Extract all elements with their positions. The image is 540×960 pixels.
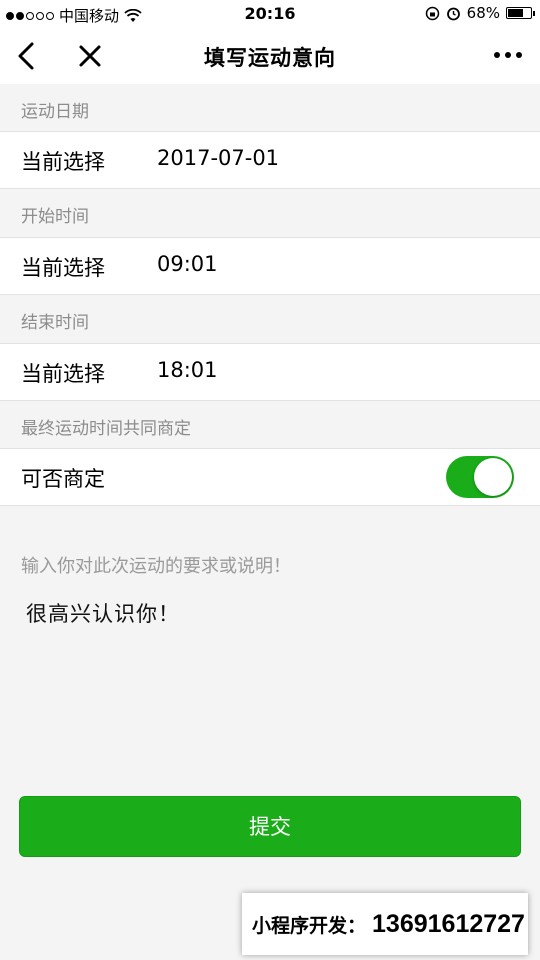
nav-bar: 填写运动意向 bbox=[0, 28, 540, 84]
end-time-picker-value: 18:01 bbox=[157, 358, 218, 382]
start-time-picker-label: 当前选择 bbox=[21, 256, 105, 280]
section-header-date: 运动日期 bbox=[21, 102, 89, 122]
watermark-number: 13691612727 bbox=[372, 910, 525, 938]
rotation-lock-icon bbox=[425, 6, 439, 20]
status-bar: 中国移动 20:16 68% bbox=[0, 0, 540, 28]
section-header-negotiable: 最终运动时间共同商定 bbox=[21, 419, 191, 439]
note-textarea[interactable]: 很高兴认识你！ bbox=[26, 598, 180, 628]
section-header-start-time: 开始时间 bbox=[21, 207, 89, 227]
negotiable-row: 可否商定 bbox=[0, 448, 540, 506]
section-header-end-time: 结束时间 bbox=[21, 313, 89, 333]
status-right: 68% bbox=[425, 4, 535, 22]
end-time-picker-row[interactable]: 当前选择 18:01 bbox=[0, 343, 540, 401]
start-time-picker-value: 09:01 bbox=[157, 252, 218, 276]
date-picker-label: 当前选择 bbox=[21, 150, 105, 174]
switch-knob bbox=[474, 458, 512, 496]
watermark-prefix: 小程序开发： bbox=[252, 916, 367, 937]
alarm-icon bbox=[446, 7, 460, 20]
developer-watermark: 小程序开发： 13691612727 bbox=[242, 893, 528, 955]
date-picker-row[interactable]: 当前选择 2017-07-01 bbox=[0, 131, 540, 189]
page-title: 填写运动意向 bbox=[204, 46, 336, 70]
start-time-picker-row[interactable]: 当前选择 09:01 bbox=[0, 237, 540, 295]
battery-icon bbox=[506, 7, 535, 19]
date-picker-value: 2017-07-01 bbox=[157, 146, 280, 170]
note-textarea-placeholder[interactable]: 输入你对此次运动的要求或说明！ bbox=[21, 552, 291, 578]
negotiable-label: 可否商定 bbox=[21, 467, 105, 491]
more-icon[interactable] bbox=[494, 52, 522, 58]
end-time-picker-label: 当前选择 bbox=[21, 362, 105, 386]
negotiable-switch[interactable] bbox=[446, 456, 514, 498]
submit-button[interactable]: 提交 bbox=[19, 796, 521, 857]
battery-percent: 68% bbox=[466, 4, 500, 22]
